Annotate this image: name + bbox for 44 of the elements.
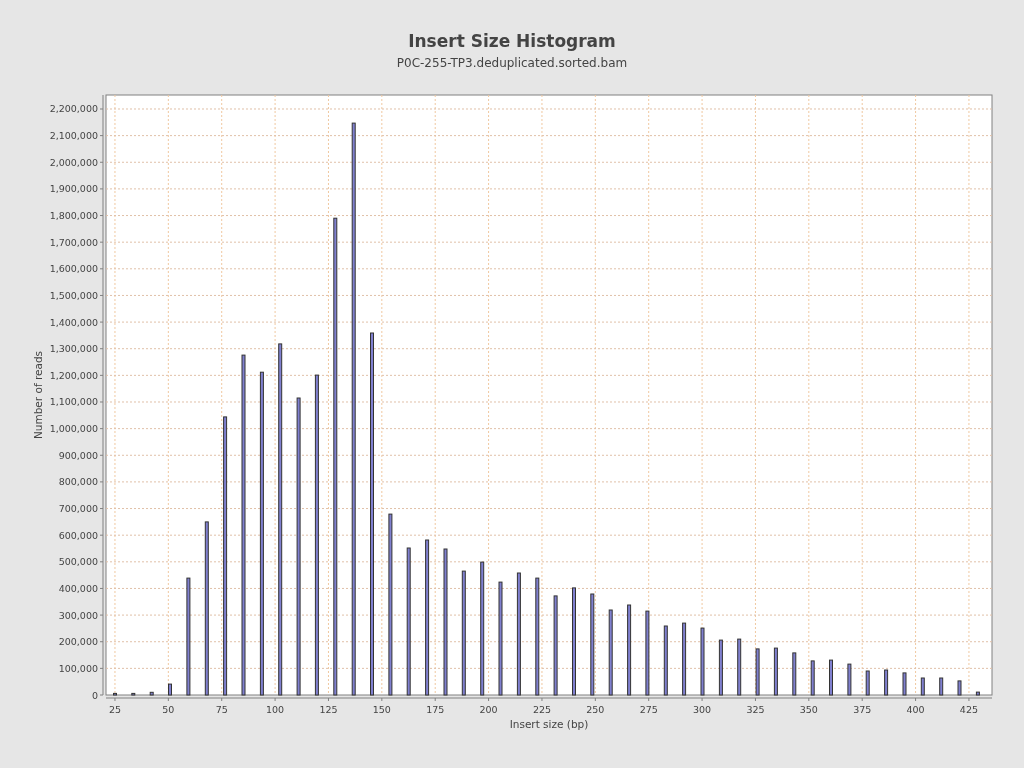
y-tick-label: 400,000 [58, 582, 98, 594]
y-tick-label: 600,000 [58, 529, 98, 541]
x-tick-label: 300 [693, 704, 712, 715]
y-tick-label: 2,200,000 [49, 103, 98, 115]
x-tick-label: 125 [319, 704, 338, 715]
y-tick-label: 1,300,000 [49, 343, 98, 355]
x-tick-label: 200 [479, 704, 498, 715]
y-tick-label: 1,800,000 [49, 210, 98, 222]
y-tick-label: 1,700,000 [49, 236, 98, 248]
x-tick-label: 25 [108, 704, 121, 715]
y-tick-label: 300,000 [58, 609, 98, 621]
y-tick-label: 800,000 [58, 476, 98, 488]
y-tick-label: 1,600,000 [49, 263, 98, 275]
y-tick-label: 2,100,000 [49, 130, 98, 142]
y-tick-label: 0 [91, 689, 98, 701]
y-tick-label: 200,000 [58, 636, 98, 648]
x-tick-label: 150 [372, 704, 391, 715]
y-tick-label: 1,200,000 [49, 369, 98, 381]
x-tick-label: 425 [959, 704, 978, 715]
y-tick-label: 1,100,000 [49, 396, 98, 408]
chart-subtitle: P0C-255-TP3.deduplicated.sorted.bam [396, 55, 628, 71]
y-tick-label: 900,000 [58, 449, 98, 461]
y-tick-label: 1,400,000 [49, 316, 98, 328]
x-tick-label: 100 [266, 704, 285, 715]
y-tick-label: 1,900,000 [49, 183, 98, 195]
x-tick-label: 400 [906, 704, 925, 715]
x-tick-label: 175 [426, 704, 445, 715]
y-tick-label: 500,000 [58, 556, 98, 568]
x-tick-label: 375 [853, 704, 872, 715]
x-tick-label: 225 [532, 704, 552, 715]
chart-title: Insert Size Histogram [408, 30, 616, 52]
x-axis-label: Insert size (bp) [509, 718, 589, 730]
y-tick-label: 1,000,000 [49, 423, 98, 435]
x-tick-label: 325 [746, 704, 765, 715]
y-tick-label: 2,000,000 [49, 156, 98, 168]
y-tick-label: 1,500,000 [49, 289, 98, 301]
x-tick-label: 350 [799, 704, 818, 715]
x-tick-label: 50 [162, 704, 175, 715]
y-axis-label: Number of reads [32, 350, 44, 440]
x-tick-label: 250 [586, 704, 605, 715]
x-tick-label: 275 [639, 704, 658, 715]
x-tick-label: 75 [215, 704, 228, 715]
y-tick-label: 700,000 [58, 503, 98, 515]
y-tick-label: 100,000 [58, 662, 98, 674]
